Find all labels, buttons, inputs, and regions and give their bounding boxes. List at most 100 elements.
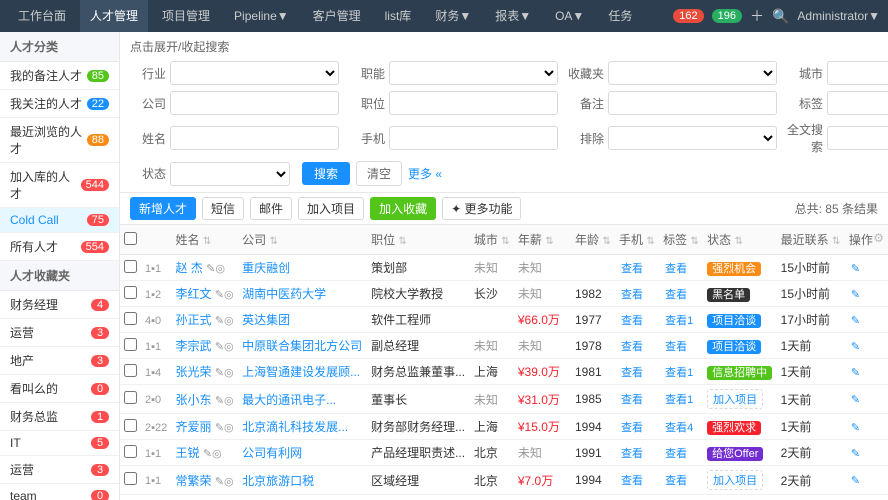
view-phone-button[interactable]: 查看 [619, 419, 645, 435]
talent-name-link[interactable]: 王锐 [175, 446, 199, 460]
view-phone-button[interactable]: 查看 [619, 312, 645, 328]
view-tag-button[interactable]: 查看 [663, 472, 689, 488]
edit-button[interactable]: ✎ [849, 421, 862, 434]
sidebar-item-team[interactable]: team 0 [0, 484, 119, 500]
talent-name-link[interactable]: 孙正式 [175, 313, 211, 327]
view-phone-button[interactable]: 查看 [619, 338, 645, 354]
nav-report[interactable]: 报表▼ [485, 0, 541, 32]
nav-list[interactable]: list库 [375, 0, 422, 32]
col-status[interactable]: 状态 ⇅ [703, 225, 777, 255]
col-company[interactable]: 公司 ⇅ [238, 225, 367, 255]
notify-badge[interactable]: 196 [712, 9, 742, 23]
row-checkbox[interactable] [124, 472, 137, 485]
sidebar-item-finance-mgr[interactable]: 财务经理 4 [0, 291, 119, 319]
add-to-project-button[interactable]: 加入项目 [707, 470, 763, 490]
select-favorite[interactable] [608, 61, 777, 85]
company-link[interactable]: 重庆融创 [242, 261, 290, 275]
talent-name-link[interactable]: 李宗武 [175, 339, 211, 353]
view-phone-button[interactable]: 查看 [619, 286, 645, 302]
nav-finance[interactable]: 财务▼ [425, 0, 481, 32]
view-phone-button[interactable]: 查看 [619, 472, 645, 488]
edit-button[interactable]: ✎ [849, 474, 862, 487]
company-link[interactable]: 上海智通建设发展顾... [242, 365, 360, 379]
view-tag-button[interactable]: 查看1 [663, 391, 695, 407]
sidebar-item-recent[interactable]: 最近浏览的人才 88 [0, 118, 119, 163]
sidebar-item-my-marked[interactable]: 我的备注人才 85 [0, 62, 119, 90]
email-button[interactable]: 邮件 [250, 197, 292, 220]
col-position[interactable]: 职位 ⇅ [367, 225, 470, 255]
company-link[interactable]: 最大的通讯电子... [242, 393, 336, 407]
col-city[interactable]: 城市 ⇅ [470, 225, 514, 255]
input-position[interactable] [389, 91, 558, 115]
input-company[interactable] [170, 91, 339, 115]
edit-button[interactable]: ✎ [849, 447, 862, 460]
input-phone[interactable] [389, 126, 558, 150]
message-badge[interactable]: 162 [673, 9, 703, 23]
talent-name-link[interactable]: 齐爱丽 [175, 420, 211, 434]
select-status[interactable] [170, 162, 290, 186]
company-link[interactable]: 北京旅游口税 [242, 474, 314, 488]
sidebar-item-realestate[interactable]: 地产 3 [0, 347, 119, 375]
nav-workbench[interactable]: 工作台面 [8, 0, 76, 32]
view-phone-button[interactable]: 查看 [619, 364, 645, 380]
add-favorite-button[interactable]: 加入收藏 [370, 197, 436, 220]
edit-button[interactable]: ✎ [849, 340, 862, 353]
sidebar-item-operations2[interactable]: 运营 3 [0, 456, 119, 484]
sidebar-item-finance-dir[interactable]: 财务总监 1 [0, 403, 119, 431]
nav-oa[interactable]: OA▼ [545, 0, 594, 32]
sidebar-item-kanjiaomode[interactable]: 看叫么的 0 [0, 375, 119, 403]
col-name[interactable]: 姓名 ⇅ [171, 225, 238, 255]
row-checkbox[interactable] [124, 391, 137, 404]
sidebar-item-it[interactable]: IT 5 [0, 431, 119, 456]
col-phone[interactable]: 手机 ⇅ [615, 225, 659, 255]
clear-button[interactable]: 清空 [356, 161, 402, 186]
row-checkbox[interactable] [124, 364, 137, 377]
select-city[interactable] [827, 61, 888, 85]
nav-talent[interactable]: 人才管理 [80, 0, 148, 32]
input-fulltext[interactable] [827, 126, 888, 150]
view-tag-button[interactable]: 查看 [663, 260, 689, 276]
select-function[interactable] [389, 61, 558, 85]
add-project-button[interactable]: 加入项目 [298, 197, 364, 220]
col-tag[interactable]: 标签 ⇅ [659, 225, 703, 255]
input-name[interactable] [170, 126, 339, 150]
view-tag-button[interactable]: 查看4 [663, 419, 695, 435]
col-age[interactable]: 年龄 ⇅ [571, 225, 615, 255]
edit-button[interactable]: ✎ [849, 262, 862, 275]
edit-button[interactable]: ✎ [849, 288, 862, 301]
company-link[interactable]: 湖南中医药大学 [242, 287, 326, 301]
nav-project[interactable]: 项目管理 [152, 0, 220, 32]
company-link[interactable]: 中原联合集团北方公司 [242, 339, 362, 353]
view-tag-button[interactable]: 查看1 [663, 312, 695, 328]
talent-name-link[interactable]: 赵 杰 [175, 261, 202, 275]
edit-button[interactable]: ✎ [849, 366, 862, 379]
search-toggle[interactable]: 点击展开/收起搜索 [130, 38, 878, 55]
col-salary[interactable]: 年薪 ⇅ [514, 225, 571, 255]
sms-button[interactable]: 短信 [202, 197, 244, 220]
add-to-project-button[interactable]: 加入项目 [707, 389, 763, 409]
sidebar-item-all[interactable]: 所有人才 554 [0, 233, 119, 261]
view-tag-button[interactable]: 查看 [663, 286, 689, 302]
view-phone-button[interactable]: 查看 [619, 260, 645, 276]
talent-name-link[interactable]: 李红文 [175, 287, 211, 301]
view-tag-button[interactable]: 查看1 [663, 364, 695, 380]
more-button[interactable]: 更多 « [408, 165, 442, 182]
talent-name-link[interactable]: 张小东 [175, 393, 211, 407]
talent-name-link[interactable]: 张光荣 [175, 365, 211, 379]
select-tag[interactable] [827, 91, 888, 115]
row-checkbox[interactable] [124, 445, 137, 458]
row-checkbox[interactable] [124, 260, 137, 273]
select-all-checkbox[interactable] [124, 232, 137, 245]
nav-pipeline[interactable]: Pipeline▼ [224, 0, 299, 32]
input-remark[interactable] [608, 91, 777, 115]
more-functions-button[interactable]: ✦ 更多功能 [442, 197, 521, 220]
view-phone-button[interactable]: 查看 [619, 445, 645, 461]
company-link[interactable]: 公司有利网 [242, 446, 302, 460]
row-checkbox[interactable] [124, 338, 137, 351]
plus-icon[interactable]: ＋ [750, 6, 764, 26]
sidebar-item-my-followed[interactable]: 我关注的人才 22 [0, 90, 119, 118]
select-exclude[interactable] [608, 126, 777, 150]
search-icon[interactable]: 🔍 [772, 8, 789, 25]
col-contact[interactable]: 最近联系 ⇅ [777, 225, 845, 255]
row-checkbox[interactable] [124, 312, 137, 325]
